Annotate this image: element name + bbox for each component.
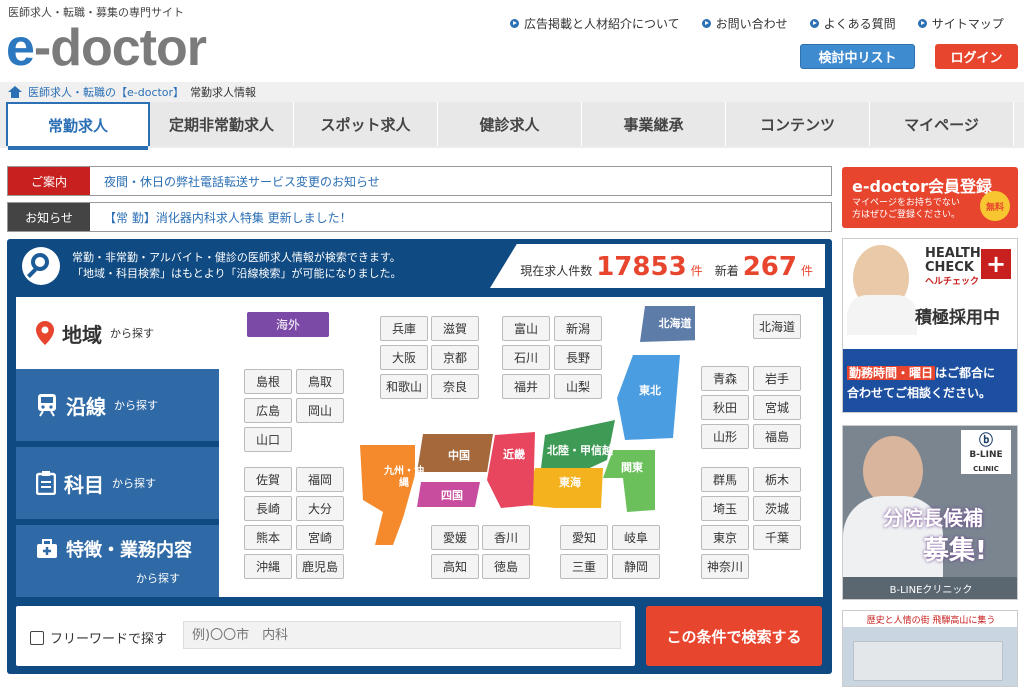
region-hokkaido[interactable]: 北海道 [640,308,710,338]
pref-button[interactable]: 大分 [296,496,344,521]
pref-button[interactable]: 島根 [244,369,292,394]
pref-button[interactable]: 宮崎 [296,525,344,550]
tab-spot[interactable]: スポット求人 [294,102,438,146]
pref-button[interactable]: 東京 [701,525,749,550]
breadcrumb-link[interactable]: 医師求人・転職の【e-doctor】 [28,84,184,100]
arrow-circle-icon [510,19,519,28]
region-tokai[interactable]: 東海 [540,470,600,494]
pref-button[interactable]: 山口 [244,427,292,452]
search-icon [22,247,60,285]
region-shikoku[interactable]: 四国 [422,484,482,506]
pref-button[interactable]: 宮城 [753,395,801,420]
healthcheck-banner[interactable]: HEALTH CHECK ヘルチェック + 積極採用中 勤務時間・曜日 はご都合に… [842,238,1018,413]
search-tab-features[interactable]: 特徴・業務内容 から探す [16,525,219,597]
overseas-button[interactable]: 海外 [247,312,329,337]
map-pin-icon [36,321,54,345]
pref-button[interactable]: 沖縄 [244,554,292,579]
top-link-faq[interactable]: よくある質問 [809,15,896,32]
pref-button[interactable]: 茨城 [753,496,801,521]
tab-fulltime[interactable]: 常勤求人 [6,102,150,150]
train-icon [38,394,56,417]
region-chugoku[interactable]: 中国 [428,443,490,467]
tab-contents[interactable]: コンテンツ [726,102,870,146]
notice-link[interactable]: 【常 勤】消化器内科求人特集 更新しました！ [90,209,352,226]
job-count-box: 現在求人件数 17853 件 新着 267 件 [490,244,825,288]
top-link-contact[interactable]: お問い合わせ [701,15,788,32]
pref-button[interactable]: 熊本 [244,525,292,550]
notice-link[interactable]: 夜間・休日の弊社電話転送サービス変更のお知らせ [90,173,380,190]
freeword-box: フリーワードで探す [16,606,635,666]
pref-button[interactable]: 群馬 [701,467,749,492]
pref-button[interactable]: 三重 [560,554,608,579]
notice-label: ご案内 [8,167,90,195]
pref-button[interactable]: 鳥取 [296,369,344,394]
pref-button[interactable]: 徳島 [482,554,530,579]
pref-button[interactable]: 北海道 [753,314,801,339]
region-hokuriku[interactable]: 北陸・甲信越 [542,438,618,462]
region-kinki[interactable]: 近畿 [494,442,534,466]
site-tagline: 医師求人・転職・募集の専門サイト [8,6,184,19]
pref-button[interactable]: 山形 [701,424,749,449]
search-tab-area[interactable]: 地域 から探す [16,297,219,369]
tab-mypage[interactable]: マイページ [870,102,1014,146]
pref-button[interactable]: 長崎 [244,496,292,521]
search-intro: 常勤・非常勤・アルバイト・健診の医師求人情報が検索できます。 「地域・科目検索」… [72,251,402,280]
top-links: 広告掲載と人材紹介について お問い合わせ よくある質問 サイトマップ [510,15,1004,32]
pref-button[interactable]: 岩手 [753,366,801,391]
consider-list-button[interactable]: 検討中リスト [800,44,915,69]
job-count: 17853 [596,252,687,282]
search-tab-line[interactable]: 沿線 から探す [16,369,219,441]
main-nav: 常勤求人 定期非常勤求人 スポット求人 健診求人 事業継承 コンテンツ マイペー… [0,102,1024,150]
pref-button[interactable]: 栃木 [753,467,801,492]
pref-button[interactable]: 佐賀 [244,467,292,492]
takayama-banner[interactable]: 歴史と人情の街 飛騨高山に集う [842,610,1018,687]
pref-button[interactable]: 静岡 [612,554,660,579]
arrow-circle-icon [809,19,819,28]
top-link-sitemap[interactable]: サイトマップ [917,15,1004,32]
pref-button[interactable]: 広島 [244,398,292,423]
freeword-input[interactable] [183,621,621,649]
pref-button[interactable]: 青森 [701,366,749,391]
search-tab-specialty[interactable]: 科目 から探す [16,447,219,519]
healthcheck-logo: HEALTH CHECK ヘルチェック [925,246,981,288]
new-count: 267 [742,252,797,282]
pref-button[interactable]: 神奈川 [701,554,749,579]
login-button[interactable]: ログイン [935,44,1018,69]
pref-button[interactable]: 高知 [431,554,479,579]
plus-icon: + [981,249,1011,279]
pref-button[interactable]: 福島 [753,424,801,449]
home-icon[interactable] [8,86,22,98]
clipboard-icon [36,471,56,495]
region-kyushu[interactable]: 九州・沖縄 [382,458,426,498]
pref-button[interactable]: 秋田 [701,395,749,420]
hospital-building [853,641,1003,681]
tab-checkup[interactable]: 健診求人 [438,102,582,146]
pref-button[interactable]: 福岡 [296,467,344,492]
notice-label: お知らせ [8,203,90,231]
arrow-circle-icon [701,19,711,28]
pref-button[interactable]: 岡山 [296,398,344,423]
edit-icon [30,630,44,645]
tab-succession[interactable]: 事業継承 [582,102,726,146]
pref-button[interactable]: 千葉 [753,525,801,550]
member-register-banner[interactable]: e-doctor会員登録 マイページをお持ちでない 方はぜひご登録ください。 無… [842,167,1018,228]
region-tohoku[interactable]: 東北 [620,375,680,405]
site-logo[interactable]: e-doctor [6,22,207,74]
tab-regular-parttime[interactable]: 定期非常勤求人 [150,102,294,146]
medical-bag-icon [37,539,57,558]
search-submit-button[interactable]: この条件で検索する [646,606,822,666]
breadcrumb: 医師求人・転職の【e-doctor】 常勤求人情報 [0,82,1024,102]
top-link-advertising[interactable]: 広告掲載と人材紹介について [510,15,680,32]
pref-button[interactable]: 埼玉 [701,496,749,521]
bline-logo: ⓑ B-LINE CLINIC [961,430,1011,474]
bline-clinic-banner[interactable]: ⓑ B-LINE CLINIC 分院長候補 募集! B-LINEクリニック [842,425,1018,600]
pref-button[interactable]: 鹿児島 [296,554,344,579]
notice-info: お知らせ 【常 勤】消化器内科求人特集 更新しました！ [7,202,832,232]
breadcrumb-current: 常勤求人情報 [190,86,257,99]
arrow-circle-icon [917,19,927,28]
free-badge: 無料 [980,191,1010,221]
notice-guide: ご案内 夜間・休日の弊社電話転送サービス変更のお知らせ [7,166,832,196]
